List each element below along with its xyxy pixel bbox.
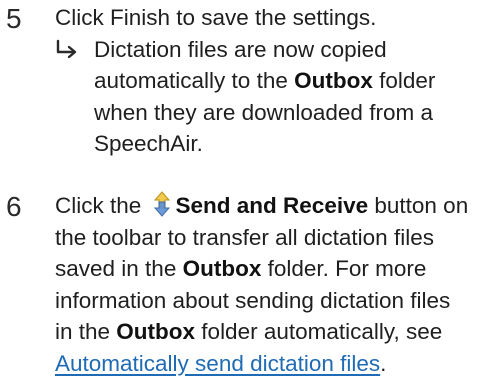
- step-text-1: Click the: [55, 193, 148, 218]
- outbox-label: Outbox: [294, 68, 373, 93]
- step-result: Dictation files are now copied automatic…: [55, 34, 470, 160]
- step-6: 6 Click the Send and Receive button on t…: [0, 190, 478, 384]
- result-arrow-icon: [56, 39, 77, 58]
- instruction-page: 5 Click Finish to save the settings. Dic…: [0, 0, 478, 384]
- outbox-label: Outbox: [116, 319, 196, 344]
- send-and-receive-icon: [153, 191, 170, 217]
- step-number: 6: [6, 191, 22, 222]
- step-number: 5: [6, 3, 22, 34]
- step-text: Click the Send and Receive button on the…: [55, 190, 470, 379]
- outbox-label: Outbox: [182, 256, 262, 281]
- step-instruction: Click Finish to save the settings.: [55, 5, 377, 30]
- step-text-4: folder automatically, see: [195, 319, 443, 344]
- step-text: Click Finish to save the settings. Dicta…: [55, 2, 470, 160]
- step-text-5: .: [380, 350, 387, 376]
- step-5: 5 Click Finish to save the settings. Dic…: [0, 2, 478, 156]
- send-and-receive-label: Send and Receive: [175, 193, 369, 218]
- automatically-send-link[interactable]: Automatically send dictation files: [55, 351, 380, 376]
